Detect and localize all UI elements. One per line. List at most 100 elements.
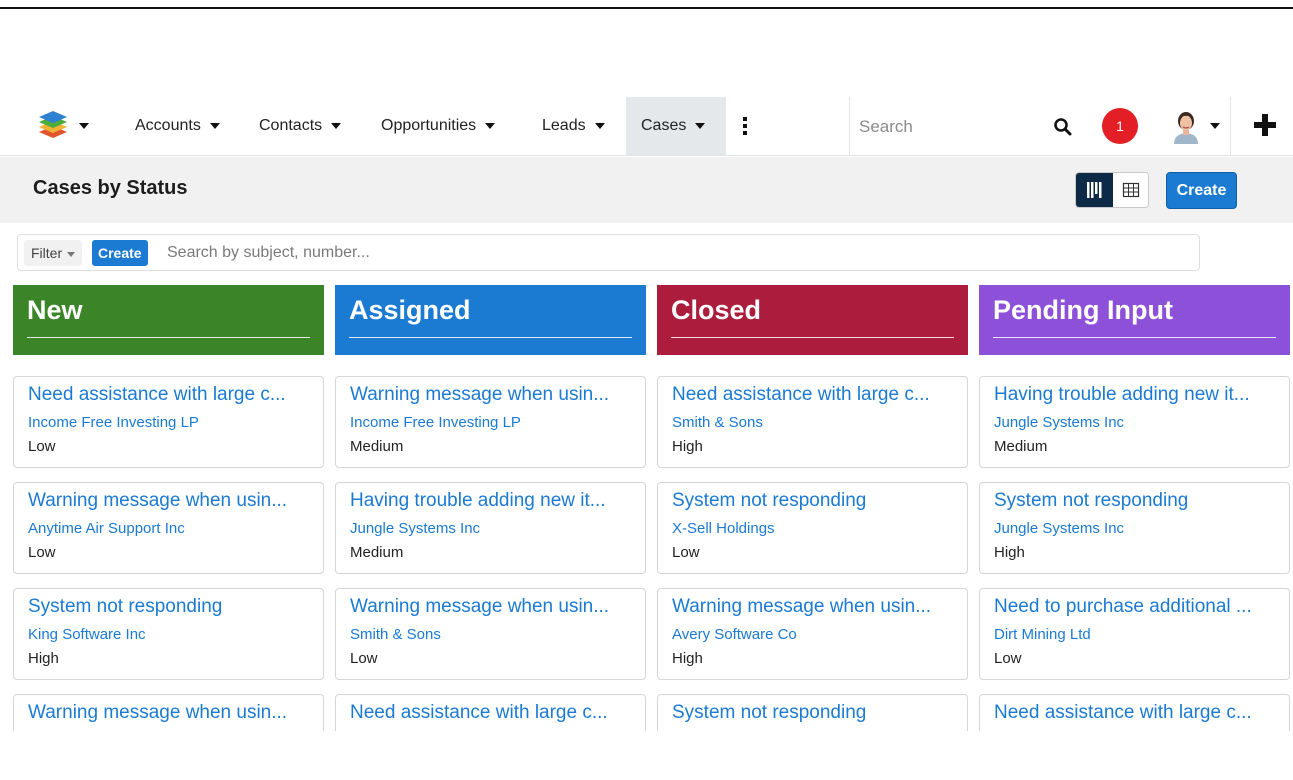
nav-item-leads[interactable]: Leads [527,97,620,155]
case-account-link[interactable]: Income Free Investing LP [350,414,521,431]
column-header: Closed [657,285,968,355]
column-divider [27,337,310,338]
table-icon [1122,182,1140,198]
kanban-column-assigned: Assigned Warning message when usin... In… [335,285,646,754]
column-header: Assigned [335,285,646,355]
case-account-link[interactable]: X-Sell Holdings [672,520,775,537]
kanban-column-new: New Need assistance with large c... Inco… [13,285,324,754]
case-account-link[interactable]: Smith & Sons [672,414,763,431]
case-subject-link[interactable]: System not responding [994,490,1279,512]
case-subject-link[interactable]: Need assistance with large c... [672,384,957,406]
top-navbar: Accounts Contacts Opportunities Leads Ca… [0,97,1293,156]
case-subject-link[interactable]: Warning message when usin... [28,702,313,724]
case-account-link[interactable]: Jungle Systems Inc [350,520,480,537]
case-priority: Low [350,650,378,667]
case-card[interactable]: System not responding X-Sell Holdings Lo… [657,482,968,574]
case-priority: High [672,438,703,455]
case-subject-link[interactable]: Having trouble adding new it... [350,490,635,512]
case-account-link[interactable]: Income Free Investing LP [28,414,199,431]
nav-item-opportunities[interactable]: Opportunities [366,97,510,155]
case-account-link[interactable]: Anytime Air Support Inc [28,520,185,537]
column-header: New [13,285,324,355]
search-icon[interactable] [1053,117,1073,137]
case-priority: High [28,650,59,667]
nav-item-contacts[interactable]: Contacts [244,97,356,155]
case-account-link[interactable]: King Software Inc [28,626,146,643]
filter-search-input[interactable] [167,240,767,266]
case-card[interactable]: Need assistance with large c... Income F… [13,376,324,468]
filter-label: Filter [31,245,63,261]
nav-item-label: Cases [641,117,687,134]
kanban-column-closed: Closed Need assistance with large c... S… [657,285,968,754]
notification-badge[interactable]: 1 [1102,108,1138,144]
column-divider [349,337,632,338]
case-priority: Low [672,544,700,561]
column-title: Closed [671,295,762,325]
case-priority: Medium [994,438,1048,455]
case-subject-link[interactable]: System not responding [28,596,313,618]
case-priority: Medium [350,544,404,561]
case-card[interactable]: Need assistance with large c... Smith & … [657,376,968,468]
chevron-down-icon [209,122,220,129]
viewport-bottom-mask [0,731,1293,780]
case-account-link[interactable]: Smith & Sons [350,626,441,643]
case-card[interactable]: Having trouble adding new it... Jungle S… [335,482,646,574]
nav-item-label: Opportunities [381,117,477,134]
case-subject-link[interactable]: Need assistance with large c... [350,702,635,724]
case-subject-link[interactable]: Need assistance with large c... [994,702,1279,724]
case-card[interactable]: Warning message when usin... Smith & Son… [335,588,646,680]
page-header: Cases by Status Create [0,157,1293,223]
case-subject-link[interactable]: System not responding [672,490,957,512]
filter-dropdown-button[interactable]: Filter [24,240,83,266]
case-card[interactable]: System not responding Jungle Systems Inc… [979,482,1290,574]
nav-item-accounts[interactable]: Accounts [120,97,235,155]
case-card[interactable]: System not responding King Software Inc … [13,588,324,680]
case-subject-link[interactable]: Warning message when usin... [350,596,635,618]
plus-icon[interactable] [1252,112,1278,138]
more-menu-icon[interactable] [737,115,753,137]
column-header: Pending Input [979,285,1290,355]
case-subject-link[interactable]: Need assistance with large c... [28,384,313,406]
chevron-down-icon [1210,123,1220,129]
column-divider [993,337,1276,338]
nav-item-label: Accounts [135,117,201,134]
case-subject-link[interactable]: Warning message when usin... [350,384,635,406]
case-subject-link[interactable]: System not responding [672,702,957,724]
case-card[interactable]: Having trouble adding new it... Jungle S… [979,376,1290,468]
kanban-view-button[interactable] [1076,173,1113,207]
case-subject-link[interactable]: Having trouble adding new it... [994,384,1279,406]
case-card[interactable]: Need to purchase additional ... Dirt Min… [979,588,1290,680]
case-account-link[interactable]: Jungle Systems Inc [994,520,1124,537]
case-card[interactable]: Warning message when usin... Income Free… [335,376,646,468]
case-subject-link[interactable]: Need to purchase additional ... [994,596,1279,618]
list-view-button[interactable] [1113,173,1148,207]
kanban-icon [1087,182,1102,198]
case-priority: Low [28,438,56,455]
create-case-button[interactable]: Create [1166,172,1237,209]
case-card[interactable]: Warning message when usin... Avery Softw… [657,588,968,680]
layers-logo-icon [39,111,67,138]
chevron-down-icon [79,123,89,129]
user-menu[interactable] [1168,108,1224,144]
filter-bar: Filter Create [17,234,1200,271]
chevron-down-icon [594,122,605,129]
column-title: Pending Input [993,295,1173,325]
case-priority: High [672,650,703,667]
nav-item-cases[interactable]: Cases [626,97,726,155]
case-account-link[interactable]: Dirt Mining Ltd [994,626,1091,643]
column-title: Assigned [349,295,471,325]
nav-item-label: Leads [542,117,586,134]
case-subject-link[interactable]: Warning message when usin... [672,596,957,618]
case-account-link[interactable]: Jungle Systems Inc [994,414,1124,431]
chevron-down-icon [331,122,342,129]
case-subject-link[interactable]: Warning message when usin... [28,490,313,512]
case-priority: High [994,544,1025,561]
create-filter-button[interactable]: Create [92,240,148,266]
case-priority: Low [994,650,1022,667]
nav-item-label: Contacts [259,117,323,134]
top-rule [0,7,1293,9]
app-logo-menu[interactable] [36,111,96,141]
case-card[interactable]: Warning message when usin... Anytime Air… [13,482,324,574]
case-account-link[interactable]: Avery Software Co [672,626,797,643]
case-priority: Medium [350,438,404,455]
